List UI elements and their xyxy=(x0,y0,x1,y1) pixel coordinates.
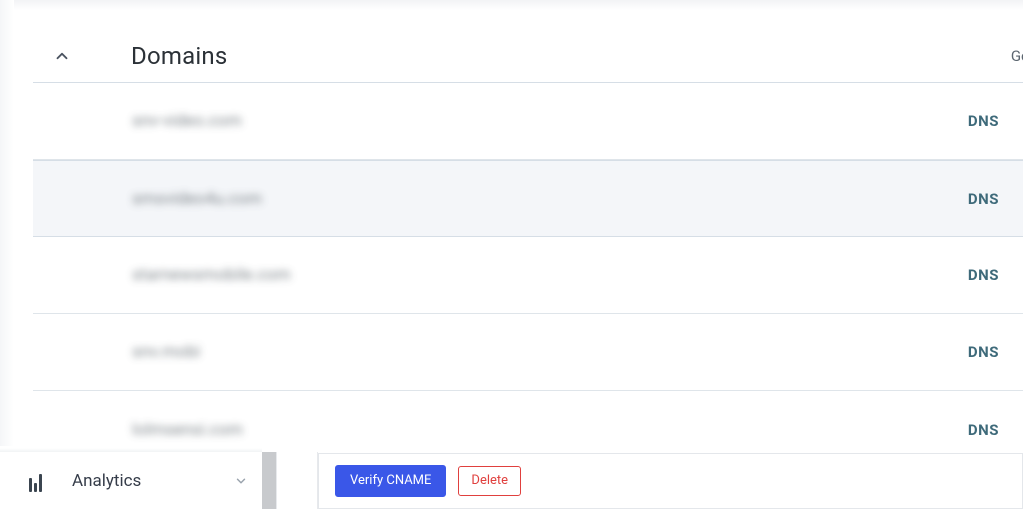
domain-row[interactable]: starnewsmobile.com DNS xyxy=(33,237,1023,314)
dns-badge[interactable]: DNS xyxy=(968,112,999,130)
section-header: Domains Ge xyxy=(33,30,1023,82)
delete-button[interactable]: Delete xyxy=(458,466,521,496)
top-shadow xyxy=(0,0,1023,10)
verify-cname-button[interactable]: Verify CNAME xyxy=(335,465,446,497)
scroll-track[interactable] xyxy=(262,452,318,509)
domain-row[interactable]: snv-video.com DNS xyxy=(33,83,1023,160)
collapse-toggle[interactable] xyxy=(48,42,76,70)
dns-badge[interactable]: DNS xyxy=(968,421,999,439)
domain-rows: snv-video.com DNS smsvideo4u.com DNS sta… xyxy=(33,83,1023,468)
dns-badge[interactable]: DNS xyxy=(968,266,999,284)
domain-name: smsvideo4u.com xyxy=(132,189,262,209)
domains-panel: Domains Ge snv-video.com DNS smsvideo4u.… xyxy=(33,30,1023,82)
action-strip: Verify CNAME Delete xyxy=(318,453,1023,509)
scroll-gutter xyxy=(276,452,318,509)
domain-row[interactable]: snv.mobi DNS xyxy=(33,314,1023,391)
sidebar-item-label: Analytics xyxy=(72,471,232,491)
domain-name: snv-video.com xyxy=(132,111,242,131)
bottom-bar: Analytics Verify CNAME Delete xyxy=(0,452,1023,509)
domain-name: snv.mobi xyxy=(132,342,200,362)
dns-badge[interactable]: DNS xyxy=(968,343,999,361)
analytics-icon xyxy=(24,470,46,492)
scroll-thumb[interactable] xyxy=(262,452,276,509)
domain-name: lolmsensi.com xyxy=(132,420,243,440)
sidebar-item-analytics[interactable]: Analytics xyxy=(0,452,262,509)
domain-row[interactable]: smsvideo4u.com DNS xyxy=(33,160,1023,237)
dns-badge[interactable]: DNS xyxy=(968,190,999,208)
domain-name: starnewsmobile.com xyxy=(132,265,291,285)
left-shadow xyxy=(0,0,14,446)
chevron-down-icon xyxy=(232,472,250,490)
section-title: Domains xyxy=(131,42,1011,70)
chevron-up-icon xyxy=(53,47,71,65)
header-right-text: Ge xyxy=(1011,47,1023,65)
